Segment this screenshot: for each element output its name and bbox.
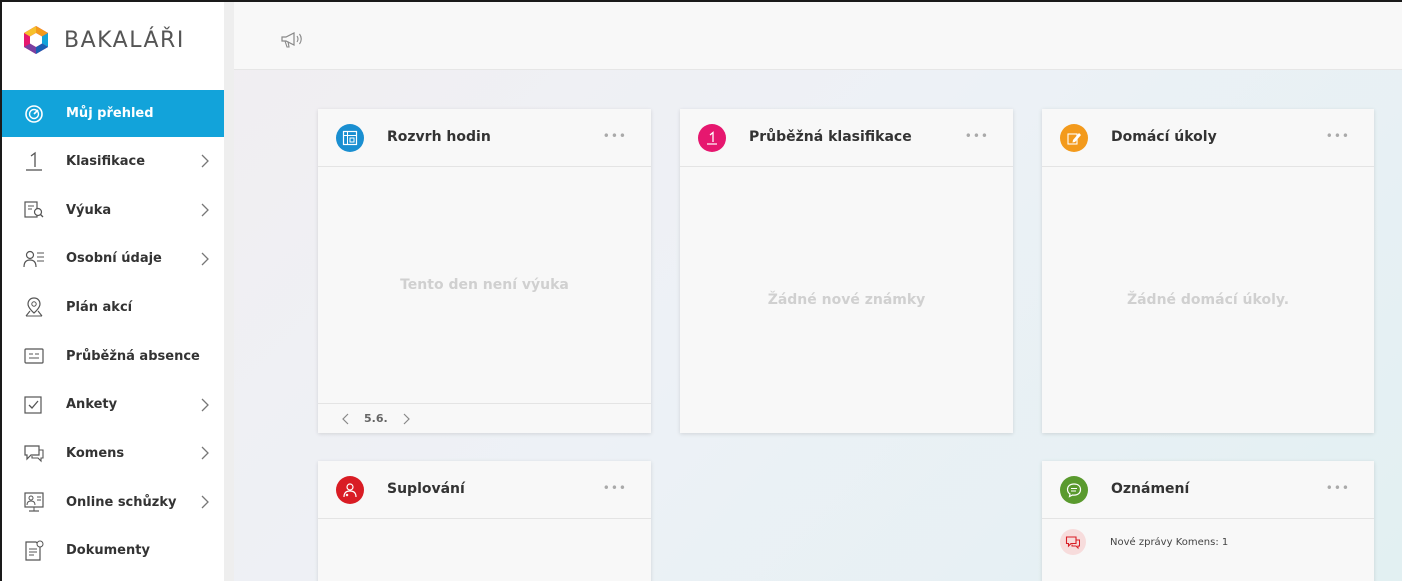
notice-text: Nové zprávy Komens: 1	[1110, 536, 1229, 548]
document-icon	[22, 539, 46, 563]
sidebar-item-klasifikace[interactable]: Klasifikace	[2, 137, 232, 186]
card-header: Domácí úkoly •••	[1042, 109, 1374, 167]
sidebar-item-label: Ankety	[66, 397, 118, 413]
card-header: Rozvrh hodin •••	[318, 109, 651, 167]
sidebar-item-dokumenty[interactable]: Dokumenty	[2, 527, 232, 576]
chevron-right-icon	[201, 398, 209, 412]
location-pin-icon	[22, 295, 46, 319]
person-list-icon	[22, 247, 46, 271]
card-header: Průběžná klasifikace •••	[680, 109, 1013, 167]
book-search-icon	[22, 198, 46, 222]
chevron-right-icon	[201, 154, 209, 168]
chevron-right-icon	[201, 447, 209, 460]
card-title: Rozvrh hodin	[387, 129, 491, 145]
grade-one-icon	[698, 124, 726, 152]
card-header: Oznámení •••	[1042, 461, 1374, 519]
sidebar-item-label: Průběžná absence	[66, 348, 200, 364]
announcement-chat-icon	[1060, 476, 1088, 504]
card-footer: 5.6.	[318, 403, 651, 433]
absence-card-icon	[22, 344, 46, 368]
card-prubezna-klasifikace: Průběžná klasifikace ••• Žádné nové znám…	[680, 109, 1013, 433]
empty-state-text: Žádné domácí úkoly.	[1126, 292, 1290, 308]
sidebar-item-osobni-udaje[interactable]: Osobní údaje	[2, 234, 232, 283]
card-title: Oznámení	[1111, 481, 1190, 497]
grade-one-icon	[22, 149, 46, 173]
sidebar-item-vyuka[interactable]: Výuka	[2, 186, 232, 235]
sidebar-nav: Můj přehled Klasifikace Výuka Osobní úda…	[2, 90, 232, 575]
card-header: Suplování •••	[318, 461, 651, 519]
sidebar-item-label: Komens	[66, 445, 125, 461]
chevron-right-icon[interactable]	[400, 412, 412, 426]
card-domaci-ukoly: Domácí úkoly ••• Žádné domácí úkoly.	[1042, 109, 1374, 433]
homework-pencil-icon	[1060, 124, 1088, 152]
card-suplovani: Suplování •••	[318, 461, 651, 581]
sidebar-item-label: Online schůzky	[66, 494, 177, 510]
sidebar-scrollbar[interactable]	[224, 2, 234, 581]
chat-icon	[22, 441, 46, 465]
sidebar-item-muj-prehled[interactable]: Můj přehled	[2, 90, 232, 137]
empty-state-text: Žádné nové známky	[767, 292, 926, 308]
chevron-right-icon	[201, 495, 209, 509]
empty-state-text: Tento den není výuka	[400, 277, 569, 293]
card-menu-button[interactable]: •••	[965, 129, 989, 143]
sidebar-item-online-schuzky[interactable]: Online schůzky	[2, 478, 232, 527]
sidebar-item-prubezna-absence[interactable]: Průběžná absence	[2, 332, 232, 381]
sidebar-item-komens[interactable]: Komens	[2, 429, 232, 478]
chevron-right-icon	[201, 252, 209, 266]
sidebar-item-label: Můj přehled	[66, 106, 154, 121]
chevron-right-icon	[201, 203, 209, 217]
logo[interactable]: BAKALÁŘI	[20, 20, 185, 60]
megaphone-icon[interactable]	[280, 30, 304, 50]
notice-item[interactable]: Nové zprávy Komens: 1	[1060, 529, 1228, 555]
card-menu-button[interactable]: •••	[1326, 481, 1350, 495]
sidebar-item-label: Plán akcí	[66, 299, 133, 315]
card-title: Průběžná klasifikace	[749, 129, 912, 145]
sidebar-item-label: Výuka	[66, 202, 112, 218]
checkbox-icon	[22, 393, 46, 417]
schedule-icon	[336, 124, 364, 152]
main-content: Rozvrh hodin ••• Tento den není výuka 5.…	[234, 2, 1402, 581]
card-oznameni: Oznámení ••• Nové zprávy Komens: 1	[1042, 461, 1374, 581]
chevron-left-icon[interactable]	[340, 412, 352, 426]
sidebar-item-label: Osobní údaje	[66, 251, 162, 267]
card-rozvrh-hodin: Rozvrh hodin ••• Tento den není výuka 5.…	[318, 109, 651, 433]
sidebar-item-ankety[interactable]: Ankety	[2, 380, 232, 429]
card-title: Domácí úkoly	[1111, 129, 1217, 145]
app-name: BAKALÁŘI	[64, 27, 185, 53]
top-bar	[234, 2, 1402, 70]
sidebar-item-plan-akci[interactable]: Plán akcí	[2, 283, 232, 332]
substitution-person-icon	[336, 476, 364, 504]
card-menu-button[interactable]: •••	[1326, 129, 1350, 143]
card-title: Suplování	[387, 481, 465, 497]
bakalari-logo-icon	[24, 26, 48, 54]
video-meeting-icon	[22, 490, 46, 514]
sidebar-item-label: Klasifikace	[66, 153, 146, 169]
sidebar-item-label: Dokumenty	[66, 543, 150, 559]
dashboard-icon	[22, 102, 46, 126]
sidebar: BAKALÁŘI Můj přehled Klasifikace Výuka O…	[2, 2, 232, 581]
komens-chat-icon	[1060, 529, 1086, 555]
schedule-date: 5.6.	[364, 412, 388, 425]
card-menu-button[interactable]: •••	[603, 129, 627, 143]
card-menu-button[interactable]: •••	[603, 481, 627, 495]
app-window: BAKALÁŘI Můj přehled Klasifikace Výuka O…	[0, 0, 1402, 581]
